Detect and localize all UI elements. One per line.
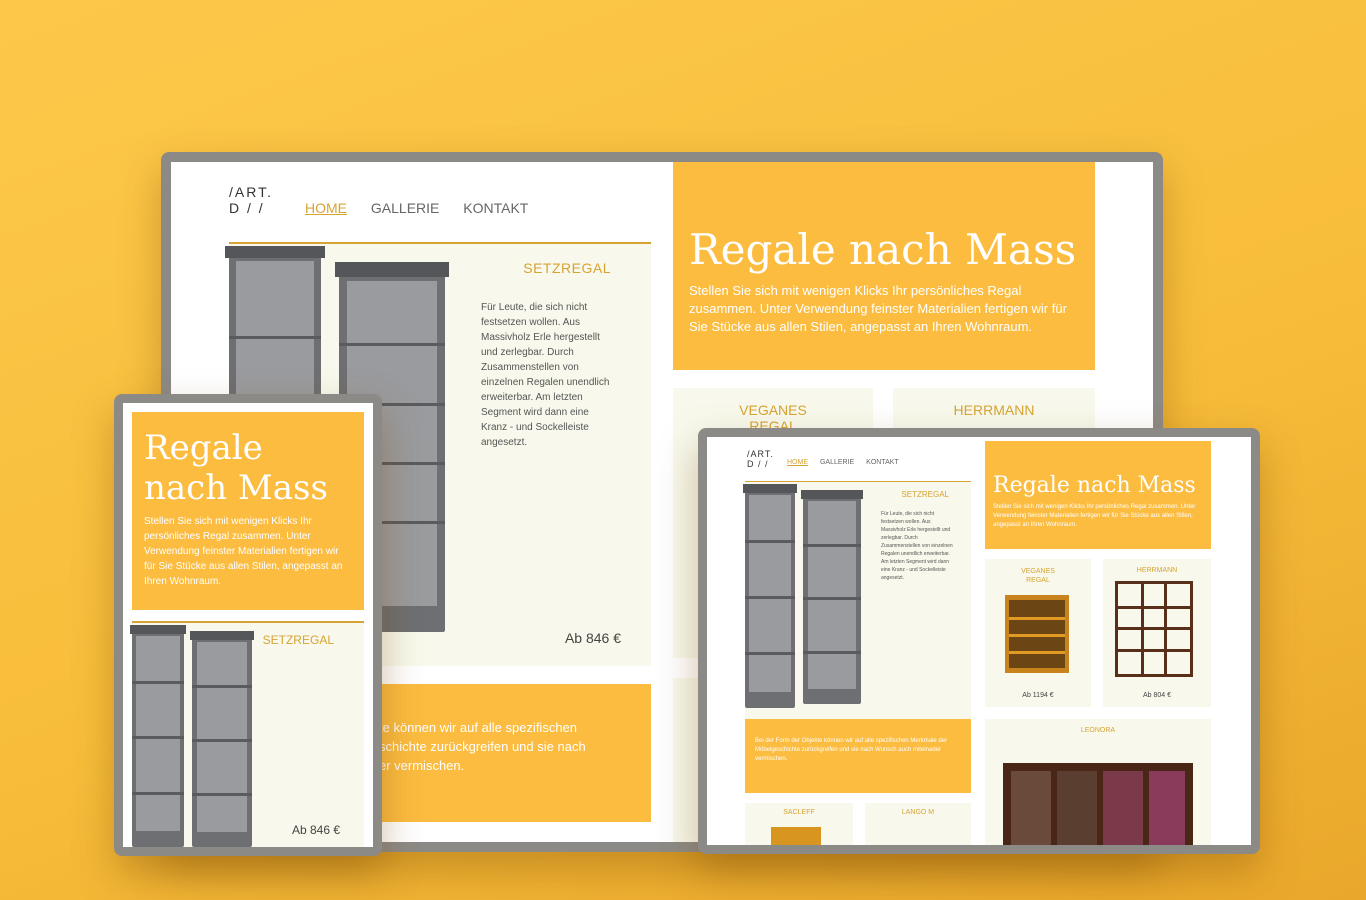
vegan-shelf-image: [1005, 595, 1069, 673]
tablet-brand-line1: /ART.: [747, 449, 774, 459]
phone-device: Regale nach Mass Stellen Sie sich mit we…: [114, 394, 382, 856]
desktop-nav: HOME GALLERIE KONTAKT: [305, 200, 548, 216]
tablet-hero-title: Regale nach Mass: [993, 473, 1196, 498]
tablet-shelf-image-2: [800, 490, 864, 704]
brand-line1: /ART.: [229, 184, 273, 200]
tablet-info-text: Bei der Form der Objekte können wir auf …: [755, 738, 948, 762]
tablet-product-price-vegan: Ab 1194 €: [1022, 692, 1054, 699]
leonora-cabinet-image: [1003, 763, 1193, 845]
tablet-product-card-sacleff[interactable]: SACLEFF: [745, 803, 853, 845]
tablet-product-card-vegan[interactable]: VEGANES REGAL Ab 1194 €: [985, 559, 1091, 707]
phone-screen: Regale nach Mass Stellen Sie sich mit we…: [123, 403, 373, 847]
featured-title: SETZREGAL: [523, 260, 611, 276]
phone-hero-title: Regale nach Mass: [144, 428, 328, 508]
tablet-product-name-vegan: VEGANES REGAL: [1021, 568, 1055, 584]
featured-price: Ab 846 €: [564, 630, 621, 646]
tablet-brand-line2: D / /: [747, 459, 769, 469]
nav-contact[interactable]: KONTAKT: [463, 200, 528, 216]
featured-description: Für Leute, die sich nicht festsetzen wol…: [481, 302, 610, 448]
hero-text: Stellen Sie sich mit wenigen Klicks Ihr …: [689, 283, 1067, 334]
tablet-product-name-herrmann: HERRMANN: [1136, 567, 1178, 574]
brand-line2: D / /: [229, 200, 265, 216]
tablet-hero-text: Stellen Sie sich mit wenigen Klicks Ihr …: [993, 504, 1196, 528]
phone-featured-title: SETZREGAL: [262, 633, 334, 647]
tablet-screen: /ART. D / / HOME GALLERIE KONTAKT SETZRE…: [707, 437, 1251, 845]
tablet-product-card-leonora[interactable]: LEONORA: [985, 719, 1211, 845]
tablet-shelf-image-1: [743, 484, 797, 708]
tablet-product-price-herrmann: Ab 804 €: [1142, 692, 1172, 699]
sacleff-shelf-image: [771, 827, 821, 845]
tablet-device: /ART. D / / HOME GALLERIE KONTAKT SETZRE…: [698, 428, 1260, 854]
hero-banner: Regale nach Mass Stellen Sie sich mit we…: [673, 162, 1095, 370]
info-line-2: schichte zurückgreifen und sie nach: [379, 739, 586, 754]
info-line-1: te können wir auf alle spezifischen: [379, 720, 578, 735]
phone-featured-price: Ab 846 €: [291, 823, 340, 837]
tablet-nav: HOME GALLERIE KONTAKT: [787, 459, 919, 466]
tablet-hero: Regale nach Mass Stellen Sie sich mit we…: [985, 441, 1211, 549]
herrmann-shelf-image: [1115, 581, 1193, 677]
tablet-info-box: Bei der Form der Objekte können wir auf …: [745, 719, 971, 793]
tablet-product-card-lango[interactable]: LANGO M: [865, 803, 971, 845]
info-box: te können wir auf alle spezifischen schi…: [379, 684, 651, 822]
info-line-3: er vermischen.: [379, 758, 465, 773]
nav-home[interactable]: HOME: [305, 200, 347, 216]
tablet-nav-gallery[interactable]: GALLERIE: [820, 459, 854, 466]
tablet-nav-contact[interactable]: KONTAKT: [866, 459, 899, 466]
tablet-product-name-lango: LANGO M: [901, 809, 935, 816]
brand-logo[interactable]: /ART. D / /: [229, 184, 273, 216]
tablet-featured-title: SETZREGAL: [901, 490, 949, 499]
tablet-product-card-herrmann[interactable]: HERRMANN Ab 804 €: [1103, 559, 1211, 707]
tablet-featured-description: Für Leute, die sich nicht festsetzen wol…: [881, 511, 953, 581]
phone-shelf-image-1: [129, 625, 187, 847]
phone-hero: Regale nach Mass Stellen Sie sich mit we…: [132, 412, 364, 610]
phone-shelf-image-2: [189, 631, 255, 847]
phone-featured-card[interactable]: SETZREGAL Ab 846 €: [129, 621, 364, 847]
hero-title: Regale nach Mass: [689, 225, 1077, 274]
phone-hero-text: Stellen Sie sich mit wenigen Klicks Ihr …: [144, 516, 343, 587]
nav-gallery[interactable]: GALLERIE: [371, 200, 439, 216]
tablet-nav-home[interactable]: HOME: [787, 459, 808, 466]
product-name-herrmann: HERRMANN: [953, 402, 1035, 418]
tablet-product-name-leonora: LEONORA: [1080, 727, 1116, 734]
tablet-brand-logo[interactable]: /ART. D / /: [747, 449, 774, 469]
tablet-product-name-sacleff: SACLEFF: [783, 809, 815, 816]
tablet-featured-card[interactable]: SETZREGAL Für Leute, die sich nicht fest…: [743, 481, 971, 737]
